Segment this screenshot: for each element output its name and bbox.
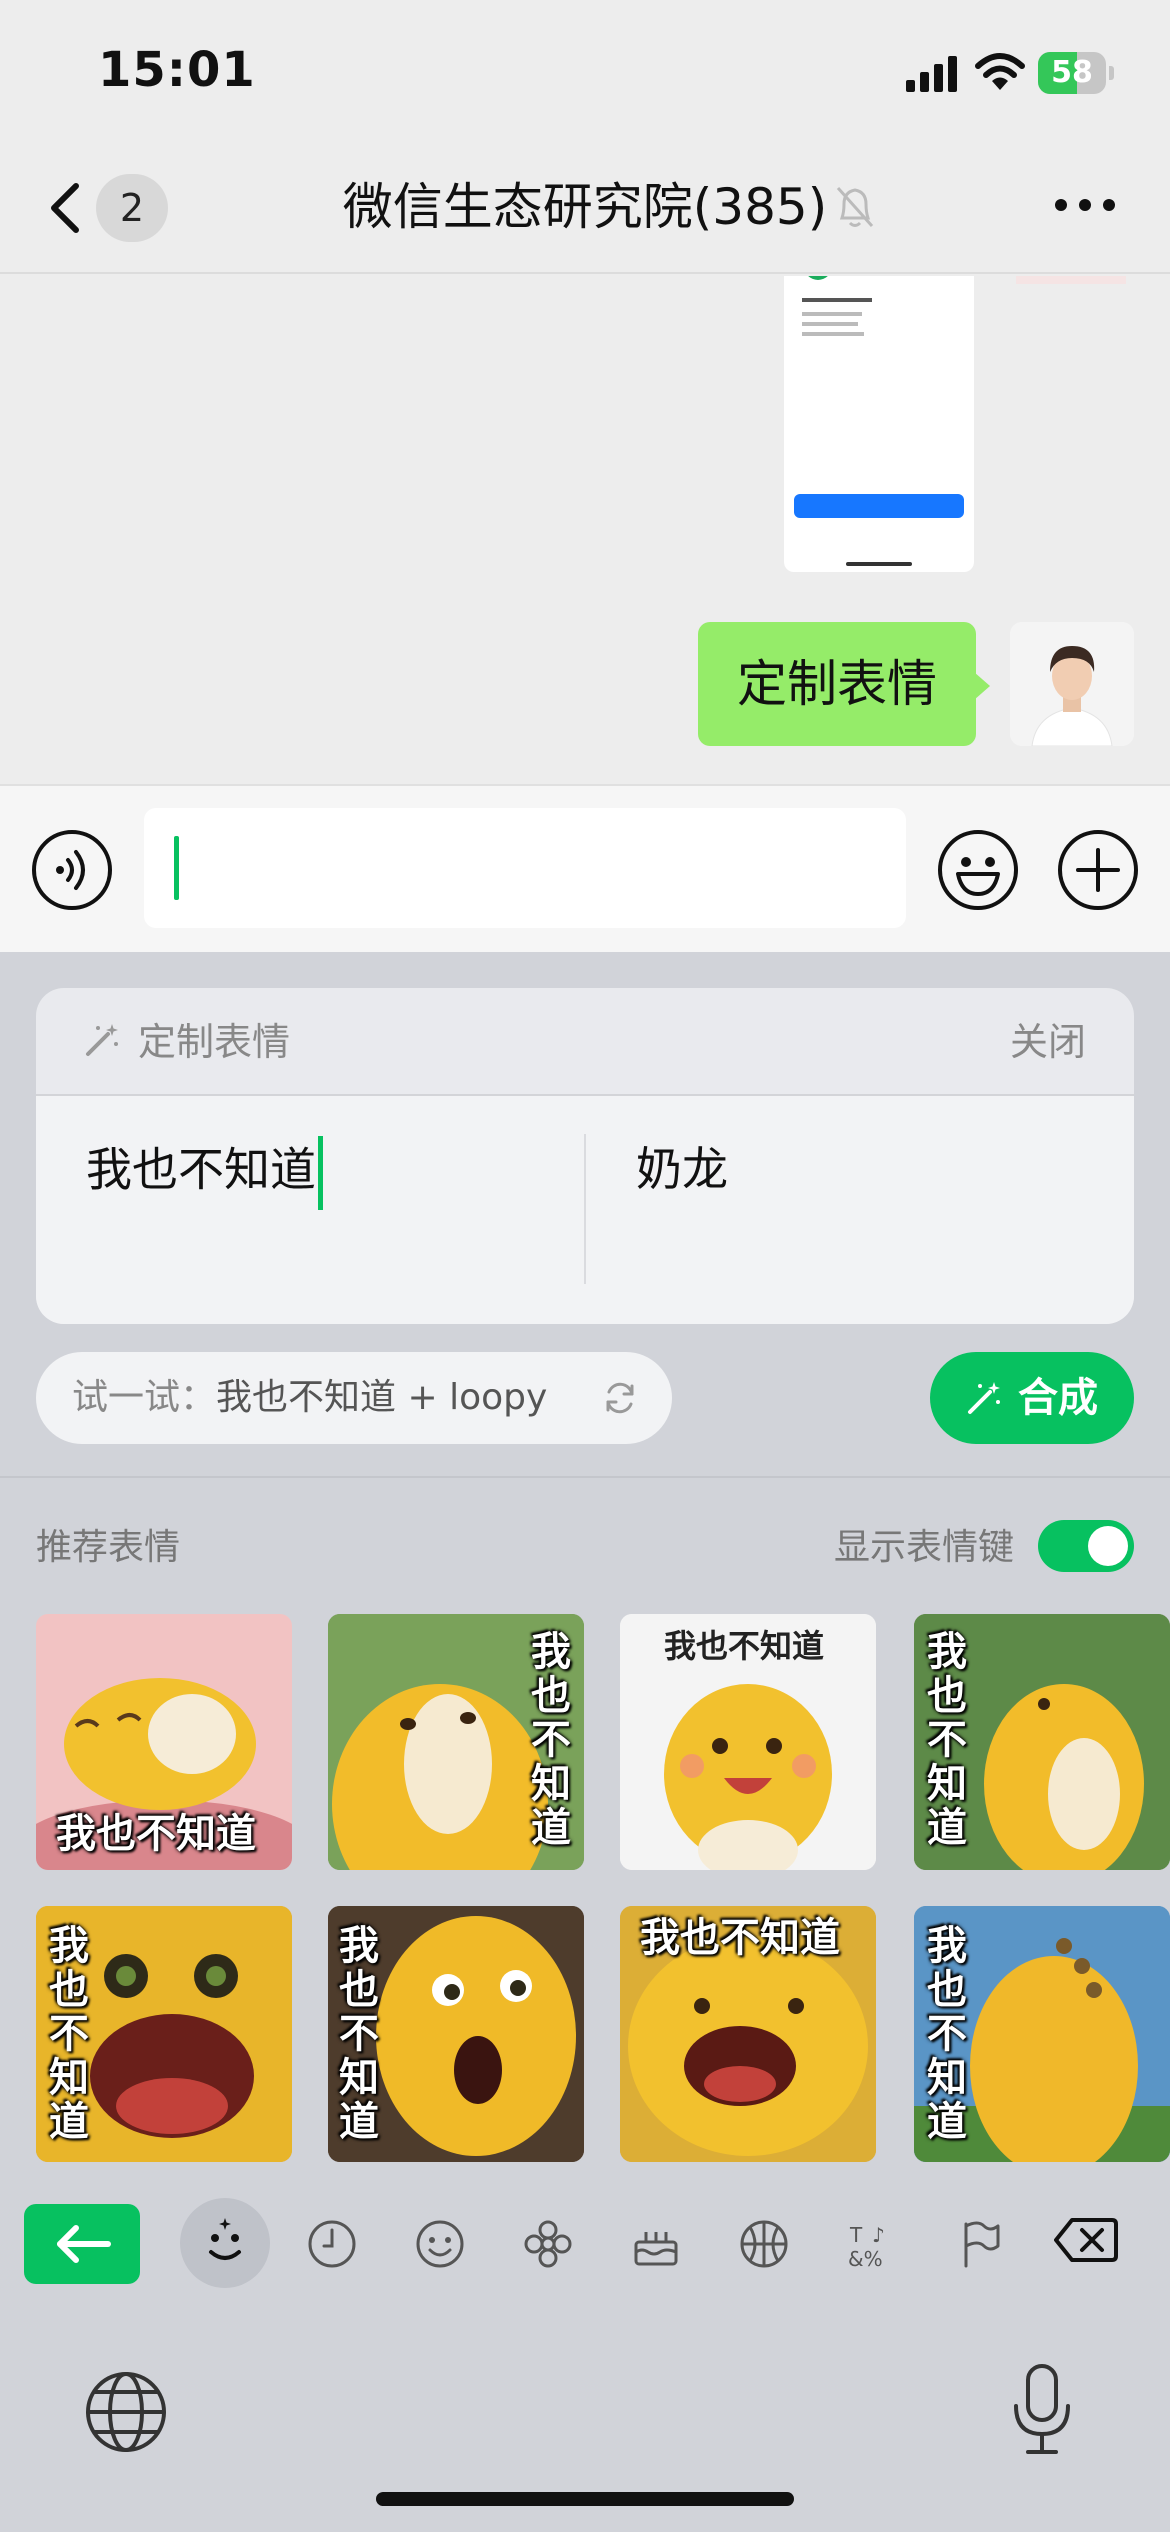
sticker-item[interactable]: 我也不知道 (328, 1906, 584, 2162)
sticker-face-icon[interactable] (191, 2210, 259, 2278)
cellular-signal-icon (906, 56, 957, 92)
toggle-knob (1088, 1526, 1128, 1566)
sticker-item[interactable]: 我也不知道 (914, 1906, 1170, 2162)
sticker-item[interactable]: 我也不知道 (620, 1906, 876, 2162)
close-button[interactable]: 关闭 (1010, 1014, 1086, 1070)
image-blue-button (794, 494, 964, 518)
custom-sticker-card: 定制表情 关闭 我也不知道 奶龙 (36, 988, 1134, 1324)
avatar-person-illustration (1010, 622, 1134, 746)
bubble-tail (974, 672, 990, 700)
sent-message-bubble[interactable]: 定制表情 (698, 622, 976, 746)
emoji-icon[interactable] (936, 828, 1020, 912)
image-home-indicator (846, 562, 912, 566)
voice-input-icon[interactable] (30, 828, 114, 912)
plus-icon[interactable] (1056, 828, 1140, 912)
suggestion-value: 我也不知道 + loopy (216, 1377, 548, 1418)
image-message[interactable] (784, 276, 974, 572)
sticker-text-field[interactable]: 我也不知道 (86, 1136, 323, 1210)
status-bar: 15:01 58 (0, 0, 1170, 140)
back-arrow-icon (57, 2225, 111, 2263)
chat-title: 微信生态研究院(385) (0, 172, 1170, 242)
image-line (802, 322, 858, 326)
sticker-caption: 我也不知道 (49, 1923, 89, 2145)
cake-icon[interactable] (622, 2210, 690, 2278)
image-app-dot (804, 276, 832, 280)
emoji-category-bar: T ♪ &% (0, 2188, 1170, 2298)
ball-icon[interactable] (730, 2210, 798, 2278)
magic-wand-icon (968, 1382, 1000, 1414)
wifi-icon (975, 53, 1025, 90)
image-line (802, 298, 872, 302)
avatar[interactable] (1010, 622, 1134, 746)
battery-indicator: 58 (1038, 52, 1114, 94)
smiley-icon[interactable] (406, 2210, 474, 2278)
flag-icon[interactable] (946, 2210, 1014, 2278)
sticker-item[interactable]: 我也不知道 (328, 1614, 584, 1870)
status-time: 15:01 (98, 42, 256, 98)
sticker-item[interactable]: 我也不知道 (36, 1906, 292, 2162)
suggestion-pill[interactable]: 试一试：我也不知道 + loopy (36, 1352, 672, 1444)
sticker-item[interactable]: 我也不知道 (914, 1614, 1170, 1870)
sticker-caption: 我也不知道 (339, 1923, 379, 2145)
back-chevron-icon[interactable] (40, 178, 90, 238)
magic-wand-icon (86, 1024, 118, 1056)
show-emoji-key-label: 显示表情键 (834, 1527, 1015, 1568)
field-divider (584, 1134, 586, 1284)
svg-text:&%: &% (848, 2247, 883, 2271)
sticker-caption: 我也不知道 (640, 1915, 840, 1961)
custom-sticker-title: 定制表情 (138, 1020, 291, 1064)
custom-sticker-header: 定制表情 关闭 (36, 988, 1134, 1096)
unread-count-badge[interactable]: 2 (96, 174, 168, 242)
flower-icon[interactable] (514, 2210, 582, 2278)
suggestion-text: 试一试：我也不知道 + loopy (72, 1372, 547, 1424)
battery-level: 58 (1051, 55, 1093, 90)
show-emoji-key-toggle[interactable] (1038, 1520, 1134, 1572)
suggestion-prefix: 试一试： (72, 1377, 217, 1418)
muted-bell-icon (836, 186, 874, 228)
image-line (802, 332, 864, 336)
sticker-character-field[interactable]: 奶龙 (636, 1136, 728, 1202)
sticker-caption: 我也不知道 (927, 1923, 967, 2145)
sticker-text-value: 我也不知道 (86, 1142, 316, 1197)
more-options-icon[interactable] (1052, 190, 1118, 220)
chat-nav-bar: 微信生态研究院(385) 2 (0, 140, 1170, 274)
message-list: 定制表情 (0, 276, 1170, 784)
recommended-title: 推荐表情 (36, 1527, 181, 1568)
battery-body: 58 (1038, 52, 1106, 94)
image-line (802, 312, 862, 316)
clock-icon[interactable] (298, 2210, 366, 2278)
custom-sticker-fields: 我也不知道 奶龙 (36, 1096, 1134, 1324)
sticker-caption: 我也不知道 (56, 1811, 256, 1857)
sticker-item[interactable]: 我也不知道 (620, 1614, 876, 1870)
sticker-caption: 我也不知道 (531, 1629, 571, 1851)
microphone-icon[interactable] (1010, 2362, 1074, 2458)
message-input[interactable] (144, 808, 906, 928)
globe-icon[interactable] (84, 2370, 168, 2454)
svg-text:♪: ♪ (872, 2223, 885, 2247)
svg-text:T: T (849, 2223, 863, 2247)
chat-input-bar (0, 784, 1170, 952)
battery-cap (1109, 66, 1114, 80)
text-caret (174, 836, 179, 900)
sticker-caption: 我也不知道 (664, 1627, 825, 1665)
symbols-icon[interactable]: T ♪ &% (838, 2210, 906, 2278)
home-indicator (376, 2492, 794, 2506)
chat-title-text: 微信生态研究院(385) (342, 178, 828, 236)
emoji-panel: 定制表情 关闭 我也不知道 奶龙 试一试：我也不知道 + loopy 合成 推荐… (0, 952, 1170, 2532)
sticker-caption: 我也不知道 (927, 1629, 967, 1851)
panel-divider (0, 1476, 1170, 1478)
exit-custom-button[interactable] (24, 2204, 140, 2284)
image-message-edge (1016, 276, 1126, 284)
sticker-item[interactable]: 我也不知道 (36, 1614, 292, 1870)
compose-button[interactable]: 合成 (930, 1352, 1134, 1444)
delete-icon[interactable] (1054, 2216, 1118, 2264)
text-caret (318, 1136, 323, 1210)
compose-label: 合成 (1018, 1375, 1098, 1421)
refresh-icon[interactable] (602, 1380, 638, 1416)
